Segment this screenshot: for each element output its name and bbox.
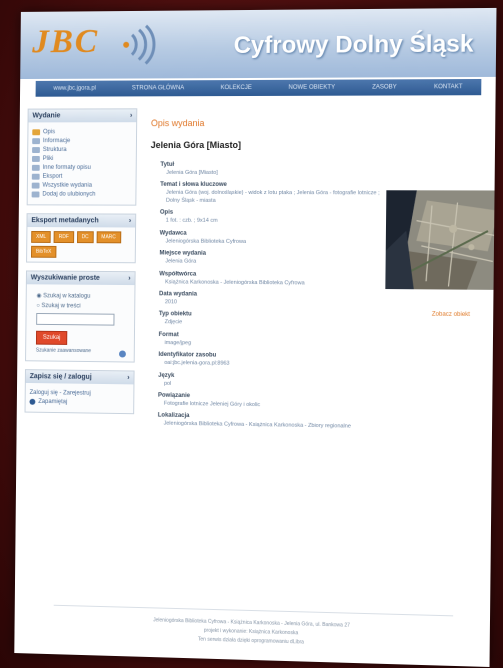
login-text[interactable]: Zaloguj się - Zarejestruj xyxy=(30,390,130,397)
menu-item-favorites[interactable]: Dodaj do ulubionych xyxy=(31,191,132,198)
folder-icon xyxy=(32,129,41,136)
structure-icon xyxy=(32,147,40,154)
export-tag-xml[interactable]: XML xyxy=(31,231,52,243)
menu-item-structure[interactable]: Struktura xyxy=(32,147,132,154)
collapse-icon[interactable]: › xyxy=(127,374,129,381)
aerial-photo-thumbnail[interactable] xyxy=(385,190,497,290)
field-identifier: Identyfikator zasobu oai:jbc.jelenia-gora… xyxy=(158,352,230,367)
nav-item-resources[interactable]: ZASOBY xyxy=(372,84,397,90)
site-title: Cyfrowy Dolny Śląsk xyxy=(233,30,474,60)
field-contributor: Współtwórca Książnica Karkonoska - Jeleni… xyxy=(159,270,305,286)
collapse-icon[interactable]: › xyxy=(128,275,130,282)
info-icon xyxy=(32,138,41,145)
menu-item-info[interactable]: Informacje xyxy=(32,138,132,145)
export-tag-rdf[interactable]: RDF xyxy=(53,231,74,244)
field-title: Tytuł Jelenia Góra [Miasto] xyxy=(160,161,218,176)
view-object-link[interactable]: Zobacz obiekt xyxy=(432,312,470,318)
edition-menu-title: Wydanie xyxy=(32,112,61,120)
format-icon xyxy=(31,164,40,171)
collapse-icon[interactable]: › xyxy=(130,112,132,119)
field-subject: Temat i słowa kluczowe Jelenia Góra (woj.… xyxy=(160,182,380,204)
menu-item-files[interactable]: Pliki xyxy=(31,155,132,162)
menu-item-export[interactable]: Eksport xyxy=(31,173,132,180)
search-box: Wyszukiwanie proste › ◉ Szukaj w katalog… xyxy=(25,270,136,363)
section-title: Opis wydania xyxy=(150,118,205,129)
menu-item-formats[interactable]: Inne formaty opisu xyxy=(31,164,132,171)
metadata-export-title: Eksport metadanych xyxy=(31,217,99,225)
export-tag-bibtex[interactable]: BibTeX xyxy=(30,245,57,258)
field-relation: Powiązanie Fotografie lotnicze Jeleniej G… xyxy=(157,392,261,409)
menu-item-all-editions[interactable]: Wszystkie wydania xyxy=(31,182,132,189)
file-icon xyxy=(31,155,40,162)
site-banner: JBC Cyfrowy Dolny Śląsk xyxy=(20,7,497,80)
field-language: Język pol xyxy=(158,372,175,387)
field-place: Miejsce wydania Jelenia Góra xyxy=(159,250,207,265)
collapse-icon[interactable]: › xyxy=(129,218,131,225)
menu-item-description[interactable]: Opis xyxy=(32,129,132,136)
record-content: Opis wydania Jelenia Góra [Miasto] Tytuł… xyxy=(148,117,497,438)
login-box: Zapisz się / zaloguj › Zaloguj się - Zar… xyxy=(24,369,135,415)
search-option-content[interactable]: ○ Szukaj w treści xyxy=(36,303,130,310)
help-icon[interactable] xyxy=(118,350,126,358)
search-input[interactable] xyxy=(36,312,115,326)
star-icon xyxy=(31,191,40,198)
field-publisher: Wydawca Jeleniogórska Biblioteka Cyfrowa xyxy=(159,230,247,245)
export-icon xyxy=(31,173,40,180)
field-format: Format image/jpeg xyxy=(158,331,192,347)
search-box-title: Wyszukiwanie proste xyxy=(30,274,100,282)
nav-item-main-page[interactable]: STRONA GŁÓWNA xyxy=(132,85,184,91)
top-navigation: www.jbc.jgora.pl STRONA GŁÓWNA KOLEKCJE … xyxy=(35,78,482,97)
signal-arcs-icon xyxy=(124,24,157,65)
remember-icon xyxy=(29,398,36,405)
metadata-export-box: Eksport metadanych › XML RDF DC MARC Bib… xyxy=(26,213,137,264)
list-icon xyxy=(31,182,40,189)
login-box-title: Zapisz się / zaloguj xyxy=(29,373,92,381)
record-title: Jelenia Góra [Miasto] xyxy=(150,139,242,151)
site-logo[interactable]: JBC xyxy=(32,23,99,61)
search-option-catalog[interactable]: ◉ Szukaj w katalogu xyxy=(36,292,130,300)
page-footer: Jeleniogórska Biblioteka Cyfrowa - Książ… xyxy=(53,604,454,653)
nav-item-home-url[interactable]: www.jbc.jgora.pl xyxy=(53,86,95,92)
field-type: Typ obiektu Zdjęcie xyxy=(158,311,192,326)
advanced-search-link[interactable]: Szukanie zaawansowane xyxy=(36,348,130,355)
browser-page-screenshot: JBC Cyfrowy Dolny Śląsk www.jbc.jgora.pl… xyxy=(14,7,497,668)
search-button[interactable]: Szukaj xyxy=(35,330,68,345)
edition-menu-box: Wydanie › Opis Informacje Struktura Plik… xyxy=(26,108,138,206)
nav-item-new-objects[interactable]: NOWE OBIEKTY xyxy=(288,85,335,91)
remember-link[interactable]: Zapamiętaj xyxy=(29,398,129,406)
nav-item-contact[interactable]: KONTAKT xyxy=(434,84,463,90)
nav-item-collections[interactable]: KOLEKCJE xyxy=(221,85,252,91)
field-description: Opis 1 fot. : czb. ; 9x14 cm xyxy=(159,209,218,225)
export-tag-dc[interactable]: DC xyxy=(76,231,94,244)
field-date: Data wydania 2010 xyxy=(159,291,198,306)
export-tag-marc[interactable]: MARC xyxy=(96,231,121,244)
sidebar: Wydanie › Opis Informacje Struktura Plik… xyxy=(24,108,138,422)
field-location: Lokalizacja Jeleniogórska Biblioteka Cyfr… xyxy=(157,413,351,431)
